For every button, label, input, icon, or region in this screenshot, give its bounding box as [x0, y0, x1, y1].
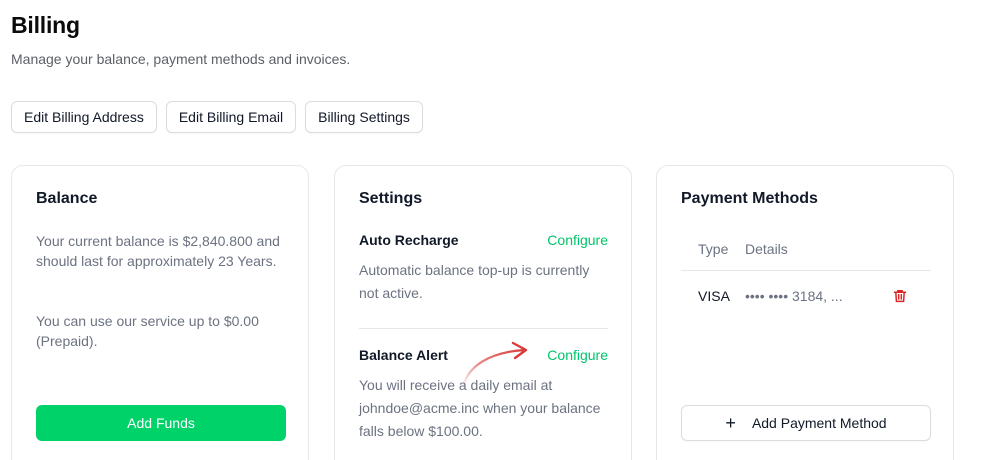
table-header: Type Details	[681, 241, 931, 271]
table-row: VISA •••• •••• 3184, ...	[681, 271, 931, 321]
balance-card: Balance Your current balance is $2,840.8…	[11, 165, 309, 460]
trash-icon[interactable]	[893, 289, 907, 303]
settings-card-title: Settings	[359, 190, 423, 207]
auto-recharge-description: Automatic balance top-up is currently no…	[359, 262, 590, 301]
balance-alert-configure-link[interactable]: Configure	[547, 347, 608, 363]
edit-billing-email-button[interactable]: Edit Billing Email	[165, 101, 297, 133]
page-subtitle: Manage your balance, payment methods and…	[11, 51, 351, 67]
add-payment-method-label: Add Payment Method	[751, 415, 887, 431]
payment-methods-table: Type Details VISA •••• •••• 3184, ...	[681, 241, 931, 321]
card-type-cell: VISA	[698, 288, 730, 304]
auto-recharge-setting: Auto Recharge Configure Automatic balanc…	[359, 232, 608, 305]
auto-recharge-configure-link[interactable]: Configure	[547, 232, 608, 248]
page-title: Billing	[11, 12, 80, 38]
auto-recharge-label: Auto Recharge	[359, 232, 459, 248]
billing-settings-button[interactable]: Billing Settings	[305, 101, 423, 133]
billing-toolbar: Edit Billing Address Edit Billing Email …	[11, 101, 423, 133]
settings-card: Settings Auto Recharge Configure Automat…	[334, 165, 632, 460]
balance-limit-text: You can use our service up to $0.00 (Pre…	[36, 313, 259, 349]
curved-arrow-icon	[461, 341, 528, 390]
card-details-cell: •••• •••• 3184, ...	[745, 288, 843, 304]
column-header-type: Type	[698, 241, 729, 257]
plus-icon: +	[725, 413, 736, 433]
edit-billing-address-button[interactable]: Edit Billing Address	[11, 101, 157, 133]
balance-summary-text: Your current balance is $2,840.800 and s…	[36, 233, 280, 269]
add-payment-method-button[interactable]: + Add Payment Method	[681, 405, 931, 441]
balance-card-title: Balance	[36, 190, 98, 207]
payment-methods-card: Payment Methods Type Details VISA •••• •…	[656, 165, 954, 460]
add-funds-button[interactable]: Add Funds	[36, 405, 286, 441]
payment-methods-card-title: Payment Methods	[681, 190, 818, 207]
settings-divider	[359, 328, 608, 329]
balance-alert-label: Balance Alert	[359, 347, 448, 363]
column-header-details: Details	[745, 241, 788, 257]
